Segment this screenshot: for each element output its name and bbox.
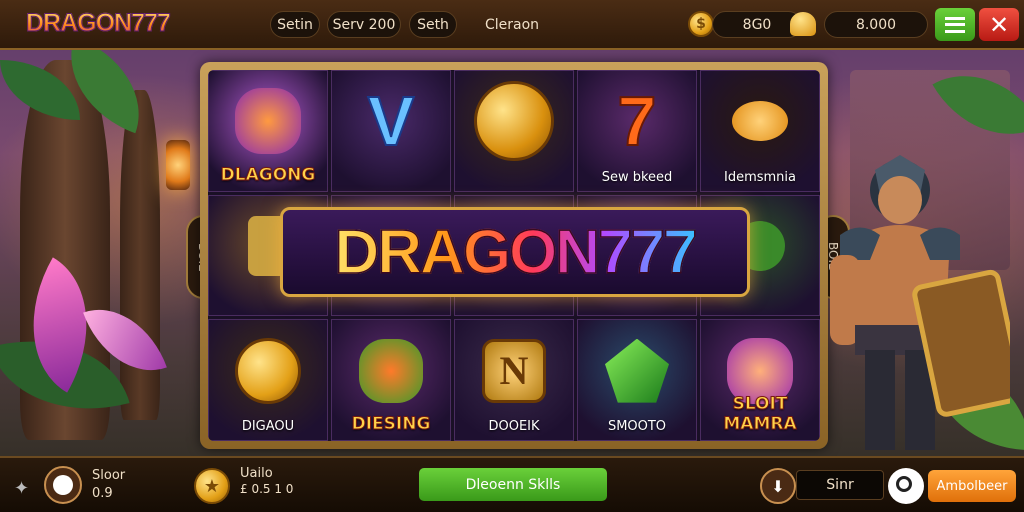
warrior-character: [830, 155, 1010, 450]
game-scene: DRAGON777 Setin Serv 200 Seth Cleraon $ …: [0, 0, 1024, 512]
search-icon[interactable]: [888, 468, 924, 504]
title-banner: DRAGON777: [280, 207, 750, 297]
tab-serv[interactable]: Serv 200: [327, 11, 401, 38]
balance-display-a: 8G0: [712, 11, 802, 38]
reel-symbol: 7: [617, 81, 658, 161]
close-icon: ✕: [988, 10, 1010, 39]
spin-button[interactable]: Dleoenn Sklls: [419, 468, 607, 501]
tab-seth[interactable]: Seth: [409, 11, 457, 38]
menu-button[interactable]: [935, 8, 975, 41]
bottom-bar: ✦ Sloor 0.9 ★ Uailo £ 0.5 1 0 Dleoenn Sk…: [0, 456, 1024, 512]
reel-cell: Idemsmnia: [700, 70, 820, 192]
reel-symbol: N: [482, 338, 546, 403]
hamburger-icon: [945, 16, 965, 33]
balance-display-b: 8.000: [824, 11, 928, 38]
pin-icon[interactable]: ✦: [14, 478, 29, 499]
reel-cell-label: DLAGONG: [220, 164, 316, 185]
reel-cell: N DOOEIK: [454, 319, 574, 441]
bet-pill[interactable]: Sinr: [796, 470, 884, 500]
game-title: DRAGON777: [334, 217, 699, 288]
slot-value: 0.9: [92, 486, 113, 501]
download-icon[interactable]: ⬇: [760, 468, 796, 504]
n-symbol: N: [482, 338, 546, 403]
reel-cell: DIESING: [331, 319, 451, 441]
reel-cell: V: [331, 70, 451, 192]
reel-cell: SLOIT MAMRA: [700, 319, 820, 441]
lantern-icon: [166, 140, 190, 190]
tab-cleraon[interactable]: Cleraon: [470, 11, 554, 38]
wallet-label: Uailo: [240, 466, 273, 481]
orange-action-button[interactable]: Ambolbeer: [928, 470, 1016, 502]
reel-symbol: [359, 338, 423, 403]
reel-symbol: [474, 81, 554, 162]
reel-cell: 7 Sew bkeed: [577, 70, 697, 192]
wallet-value: £ 0.5 1 0: [240, 482, 294, 496]
gold-pile-icon: [790, 12, 816, 36]
left-tree-trunk-2: [120, 90, 160, 420]
reel-cell: DLAGONG: [208, 70, 328, 192]
reel-cell: [454, 70, 574, 192]
reel-symbol: [235, 337, 301, 404]
slot-label: Sloor: [92, 468, 126, 483]
reel-cell: DIGAOU: [208, 319, 328, 441]
reel-cell-label: DIGAOU: [241, 418, 295, 434]
reel-cell-label: SLOIT MAMRA: [723, 393, 797, 434]
wallet-coin-icon: ★: [194, 468, 230, 504]
reel-frame: DLAGONG V 7 Sew bkeed Idemsmnia DIGAOU DIESING…: [200, 62, 828, 449]
game-logo: DRAGON777: [26, 9, 172, 38]
coin-icon: $: [688, 11, 714, 37]
reel-symbol: [235, 88, 301, 155]
top-bar: DRAGON777 Setin Serv 200 Seth Cleraon $ …: [0, 0, 1024, 50]
tab-setin[interactable]: Setin: [270, 11, 320, 38]
close-button[interactable]: ✕: [979, 8, 1019, 41]
reel-cell-label: Idemsmnia: [723, 169, 796, 185]
reel-symbol: [605, 338, 669, 403]
reel-cell-label: SMOOTO: [607, 418, 667, 434]
chip-icon: [44, 466, 82, 504]
reel-symbol: V: [367, 81, 416, 161]
reel-cell-label: Sew bkeed: [601, 169, 673, 185]
reel-cell: SMOOTO: [577, 319, 697, 441]
reel-symbol: [732, 101, 788, 142]
reel-cell-label: DOOEIK: [488, 418, 540, 434]
reel-cell-label: DIESING: [351, 413, 431, 434]
